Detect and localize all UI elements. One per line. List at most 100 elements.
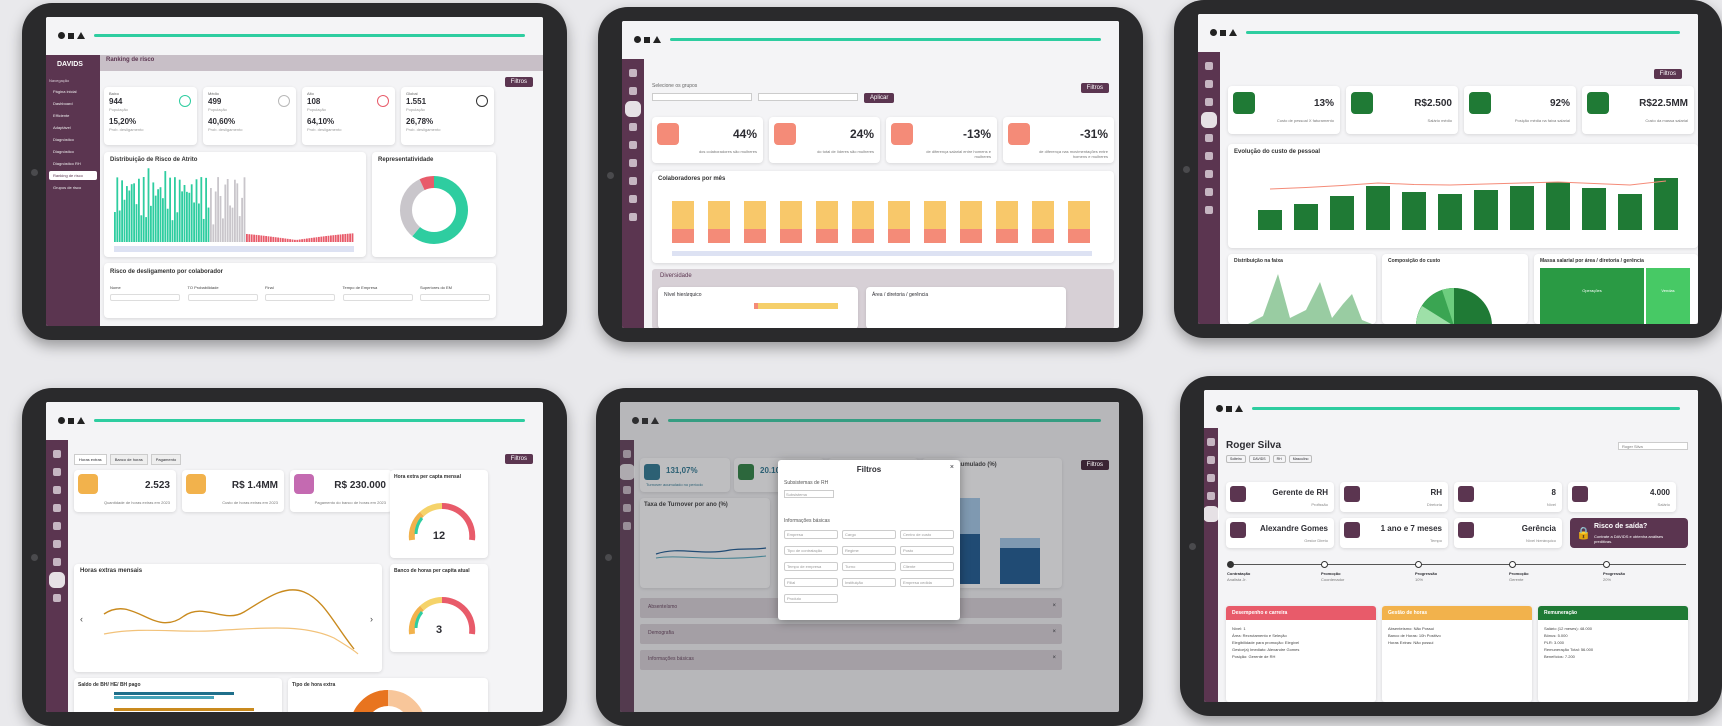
distribution-bar [157,189,159,242]
timeline-dot [1321,561,1328,568]
detail-panel: Desempenho e carreira Nível: 1 Área: Recru… [1226,606,1376,702]
filter-field[interactable]: Instituição [842,578,896,587]
tab[interactable]: Banco de horas [109,454,148,465]
distribution-bar [344,233,347,242]
filter-field[interactable]: Regime [842,546,896,555]
filter-button[interactable]: Filtros [504,454,533,464]
distribution-bar [142,177,145,242]
group-select-2[interactable] [758,93,858,101]
filter-field[interactable]: Cliente [900,562,954,571]
column-filter[interactable] [342,294,413,301]
treemap-label: Vendas [1661,288,1675,293]
filter-field[interactable]: Turno [842,562,896,571]
nav-item[interactable]: Página inicial [49,87,97,96]
groups-label: Selecione os grupos [652,83,698,89]
clock-icon [78,474,98,494]
nav-item[interactable]: Dashboard [49,99,97,108]
hour-bank-gauge-card: Banco de horas per capita atual 3 [390,564,488,652]
filter-field[interactable]: Cargo [842,530,896,539]
distribution-bar [234,179,236,242]
filters-modal: Filtros × Subsistemas de RH Subsistema I… [778,460,960,620]
diversity-section[interactable]: Diversidade Nível hierárquico Área / dir… [652,269,1114,328]
kpi-card: R$2.500 Salário médio [1346,86,1458,134]
close-icon[interactable]: × [950,464,954,471]
kpi-card: 92% Posição média na faixa salarial [1464,86,1576,134]
kpi-card: R$ 1.4MM Custo de horas extras em 2023 [182,470,284,512]
window-controls-icon[interactable] [1210,29,1237,36]
men-bar [1032,229,1054,243]
column: Nome [110,285,180,301]
distribution-bar [253,234,255,242]
filter-field[interactable]: Filial [784,578,838,587]
women-bar [960,201,982,229]
panel-line: Benefícios: 7.200 [1544,654,1575,659]
men-bar [888,229,910,243]
face-icon [179,95,191,107]
nav-item[interactable]: Ranking de risco [49,171,97,180]
nav-item[interactable]: Diagnóstico [49,135,97,144]
distribution-bar [258,235,260,242]
filter-button[interactable]: Filtros [1080,83,1109,93]
column-filter[interactable] [110,294,180,301]
nav-item[interactable]: Grupos de risco [49,183,97,192]
distribution-bar [291,239,294,242]
filter-field[interactable]: Produto [784,594,838,603]
subsystem-select[interactable]: Subsistema [784,490,834,498]
nav-item[interactable]: Diagnóstico RH [49,159,97,168]
filter-field[interactable]: Empresa cedida [900,578,954,587]
svg-text:›: › [370,614,373,624]
distribution-bar [147,168,150,242]
column-header: Tempo de Empresa [342,285,378,290]
kpi-card: Médio 499 População 40,60% Prob. desligament… [203,87,296,145]
salary-mass-treemap: Massa salarial por área / diretoria / ge… [1534,254,1698,324]
column-filter[interactable] [420,294,490,301]
column-filter[interactable] [265,294,335,301]
men-bar [924,229,946,243]
kpi-label: Custo de pessoal X faturamento [1276,118,1334,123]
filter-field[interactable]: Tempo de empresa [784,562,838,571]
card-value: 1 ano e 7 meses [1380,524,1442,533]
filter-button[interactable]: Filtros [504,77,533,87]
kpi-card: Global 1.551 População 26,78% Prob. desligam… [401,87,494,145]
risk-title: Risco de saída? [1594,523,1648,530]
tab[interactable]: Pagamento [150,454,182,465]
distribution-bar [332,235,335,242]
column-filter[interactable] [187,294,258,301]
timeline-dot [1227,561,1234,568]
tablet-diversity: Selecione os grupos Aplicar Filtros 44% d… [598,7,1143,342]
tab[interactable]: Horas extras [74,454,107,465]
filter-field[interactable]: Centro de custo [900,530,954,539]
kpi-card: 24% do total de líderes são mulheres [769,117,880,163]
detail-panel: Remuneração Salário (12 meses): 48.000 Bôn… [1538,606,1688,702]
window-controls-icon[interactable] [634,36,661,43]
distribution-bar [130,184,133,242]
window-controls-icon[interactable] [58,417,85,424]
filter-button[interactable]: Filtros [1080,460,1109,470]
apply-button[interactable]: Aplicar [864,93,895,103]
info-card: 4.000 Salário [1568,482,1676,512]
distribution-bar [298,239,301,242]
kpi-text: de diferença salarial entre homens e mul… [926,149,991,159]
filter-field[interactable]: Tipo de contratação [784,546,838,555]
card-label: Nível hierárquico [1525,538,1556,543]
cost-bars [1258,178,1678,230]
filter-button[interactable]: Filtros [1653,69,1682,79]
distribution-bar [145,217,147,242]
employees-per-month-chart: Colaboradores por mês [652,171,1114,263]
distribution-bar [327,235,330,242]
donut-slice [400,179,425,237]
nav-item[interactable]: Adaptável [49,123,97,132]
search-input[interactable]: Roger Silva [1618,442,1688,450]
screen: DAVIDS Navegação Página inicial Dashboard… [46,17,543,326]
kpi-label: Custo da massa salarial [1645,118,1688,123]
trend-line [1269,180,1667,190]
distribution-bar [162,198,164,242]
window-controls-icon[interactable] [1216,405,1243,412]
filter-field[interactable]: Empresa [784,530,838,539]
window-controls-icon[interactable] [58,32,85,39]
nav-item[interactable]: Diagnóstico [49,147,97,156]
group-select-1[interactable] [652,93,752,101]
nav-item[interactable]: Efficiente [49,111,97,120]
risk-card[interactable]: 🔒 Risco de saída? Contrate a DAVIDS e ob… [1570,518,1688,548]
filter-field[interactable]: Posto [900,546,954,555]
